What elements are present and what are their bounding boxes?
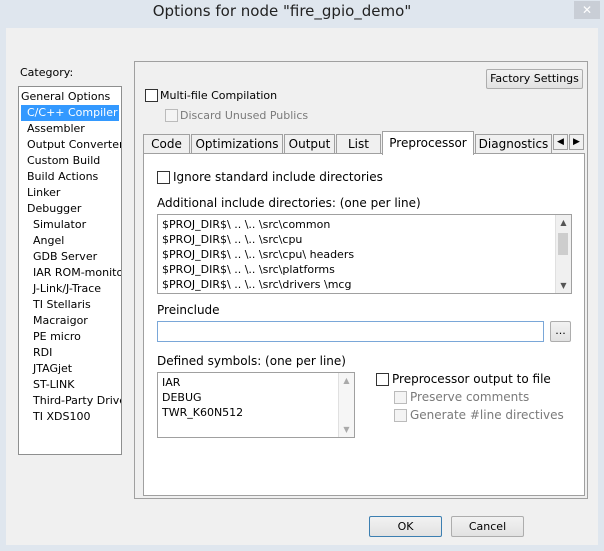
category-item-simulator[interactable]: Simulator [33, 217, 86, 233]
category-item-angel[interactable]: Angel [33, 233, 64, 249]
category-item-custom-build[interactable]: Custom Build [27, 153, 100, 169]
tab-scroll-left-button[interactable]: ◀ [553, 134, 568, 150]
scroll-down-icon[interactable]: ▼ [339, 422, 354, 437]
preinclude-input[interactable] [157, 321, 544, 342]
multi-file-compilation-label: Multi-file Compilation [160, 89, 278, 102]
category-item-pe-micro[interactable]: PE micro [33, 329, 81, 345]
category-item-ti-xds100[interactable]: TI XDS100 [33, 409, 90, 425]
generate-line-directives-checkbox[interactable] [394, 409, 407, 422]
category-item-gdb-server[interactable]: GDB Server [33, 249, 97, 265]
tab-code[interactable]: Code [143, 134, 190, 153]
defined-symbol-line: TWR_K60N512 [162, 406, 244, 419]
ignore-standard-include-checkbox[interactable] [157, 171, 170, 184]
category-item-assembler[interactable]: Assembler [27, 121, 85, 137]
tab-list[interactable]: List [336, 134, 381, 153]
category-item-jlink-jtrace[interactable]: J-Link/J-Trace [33, 281, 101, 297]
window-title: Options for node "fire_gpio_demo" [152, 2, 412, 20]
tab-output[interactable]: Output [284, 134, 335, 153]
defined-symbols-textarea[interactable]: IAR DEBUG TWR_K60N512 ▲ ▼ [157, 372, 355, 438]
generate-line-directives-label: Generate #line directives [410, 408, 564, 422]
category-item-cpp-compiler[interactable]: C/C++ Compiler [21, 105, 119, 121]
ok-button[interactable]: OK [369, 516, 442, 537]
preinclude-label: Preinclude [157, 303, 220, 317]
include-directories-scrollbar[interactable]: ▲ ▼ [555, 215, 571, 293]
cancel-button[interactable]: Cancel [451, 516, 524, 537]
include-dir-line: $PROJ_DIR$\ .. \.. \src\cpu\ headers [162, 248, 355, 261]
tab-scroll-right-button[interactable]: ▶ [569, 134, 584, 150]
defined-symbols-scrollbar[interactable]: ▲ ▼ [338, 373, 354, 437]
scroll-thumb[interactable] [558, 233, 568, 255]
title-bar: Options for node "fire_gpio_demo" ✕ [0, 0, 604, 28]
category-item-jtagjet[interactable]: JTAGjet [33, 361, 72, 377]
include-directories-textarea[interactable]: $PROJ_DIR$\ .. \.. \src\common $PROJ_DIR… [157, 214, 572, 294]
defined-symbol-line: IAR [162, 376, 181, 389]
include-dir-line: $PROJ_DIR$\ .. \.. \src\cpu [162, 233, 303, 246]
preserve-comments-checkbox[interactable] [394, 391, 407, 404]
defined-symbol-line: DEBUG [162, 391, 202, 404]
category-item-linker[interactable]: Linker [27, 185, 60, 201]
preserve-comments-label: Preserve comments [410, 390, 530, 404]
category-item-general-options[interactable]: General Options [21, 89, 110, 105]
scroll-up-icon[interactable]: ▲ [556, 215, 571, 230]
category-item-debugger[interactable]: Debugger [27, 201, 81, 217]
include-dir-line: $PROJ_DIR$\ .. \.. \src\platforms [162, 263, 335, 276]
discard-unused-publics-label: Discard Unused Publics [180, 109, 309, 122]
category-item-iar-rom-monitor[interactable]: IAR ROM-monitor [33, 265, 121, 281]
category-item-st-link[interactable]: ST-LINK [33, 377, 74, 393]
tab-preprocessor[interactable]: Preprocessor [382, 131, 474, 155]
category-item-ti-stellaris[interactable]: TI Stellaris [33, 297, 91, 313]
category-item-output-converter[interactable]: Output Converter [27, 137, 121, 153]
scroll-up-icon[interactable]: ▲ [339, 373, 354, 388]
tab-diagnostics[interactable]: Diagnostics [475, 134, 552, 153]
category-list[interactable]: General Options C/C++ Compiler Assembler… [18, 86, 122, 455]
discard-unused-publics-checkbox[interactable] [165, 109, 178, 122]
include-directories-label: Additional include directories: (one per… [157, 196, 421, 210]
include-dir-line: $PROJ_DIR$\ .. \.. \src\common [162, 218, 331, 231]
close-button[interactable]: ✕ [574, 1, 600, 19]
category-label: Category: [20, 66, 74, 79]
preinclude-browse-button[interactable]: ... [550, 321, 571, 342]
defined-symbols-label: Defined symbols: (one per line) [157, 354, 346, 368]
category-item-rdi[interactable]: RDI [33, 345, 52, 361]
multi-file-compilation-checkbox[interactable] [145, 89, 158, 102]
ignore-standard-include-label: Ignore standard include directories [173, 170, 383, 184]
scroll-down-icon[interactable]: ▼ [556, 278, 571, 293]
factory-settings-button[interactable]: Factory Settings [486, 69, 583, 89]
category-item-build-actions[interactable]: Build Actions [27, 169, 98, 185]
include-dir-line: $PROJ_DIR$\ .. \.. \src\drivers \mcg [162, 278, 352, 291]
category-item-third-party-driver[interactable]: Third-Party Driver [33, 393, 121, 409]
preprocessor-output-label: Preprocessor output to file [392, 372, 551, 386]
preprocessor-output-checkbox[interactable] [376, 373, 389, 386]
tab-optimizations[interactable]: Optimizations [191, 134, 283, 153]
category-item-macraigor[interactable]: Macraigor [33, 313, 88, 329]
